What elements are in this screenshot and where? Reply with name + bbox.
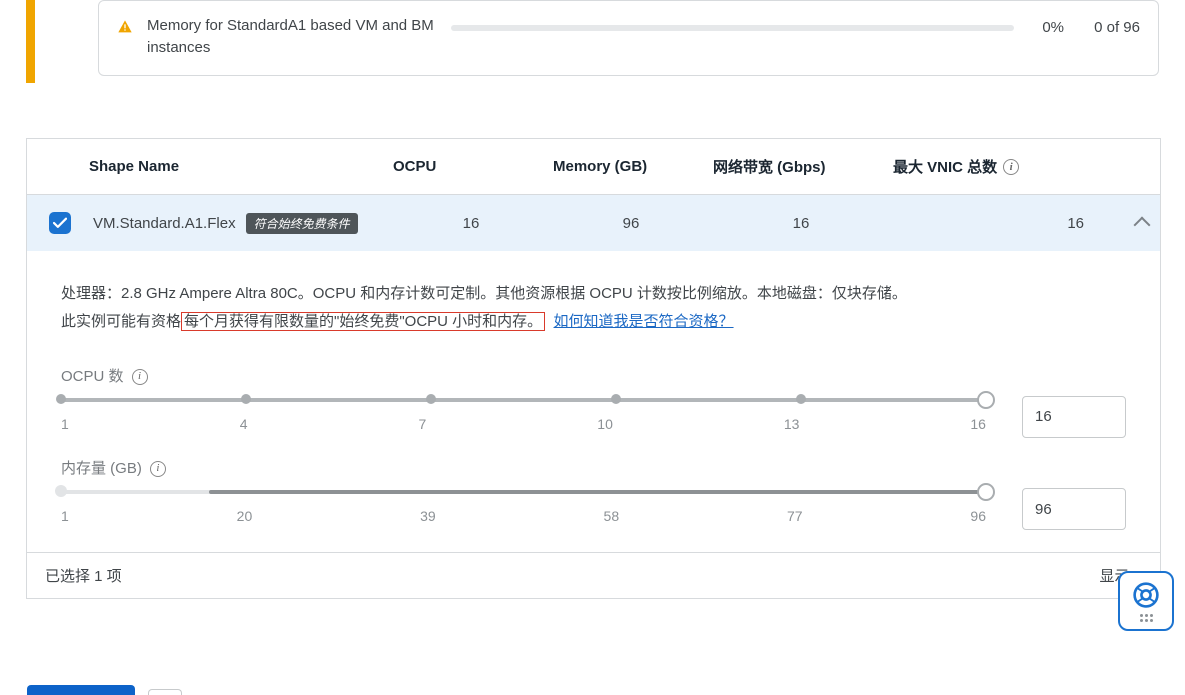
drag-dots-icon <box>1140 614 1153 622</box>
row-memory: 96 <box>549 215 709 232</box>
always-free-badge: 符合始终免费条件 <box>246 213 358 234</box>
ocpu-slider-section: OCPU 数 i 1 4 <box>61 364 1126 438</box>
selected-count: 已选择 1 项 <box>45 565 122 586</box>
limit-count: 0 of 96 <box>1078 19 1140 36</box>
memory-tick-labels: 1 20 39 58 77 96 <box>61 504 986 529</box>
limit-percent: 0% <box>1028 19 1064 36</box>
ocpu-input[interactable] <box>1022 396 1126 438</box>
shape-detail-body: 处理器：2.8 GHz Ampere Altra 80C。OCPU 和内存计数可… <box>27 251 1160 552</box>
info-icon[interactable]: i <box>1003 159 1019 175</box>
free-tier-note: 此实例可能有资格每个月获得有限数量的"始终免费"OCPU 小时和内存。 如何知道… <box>61 309 1126 335</box>
info-icon[interactable]: i <box>132 369 148 385</box>
row-checkbox[interactable] <box>49 212 71 234</box>
shape-table-panel: Shape Name OCPU Memory (GB) 网络带宽 (Gbps) … <box>26 138 1161 599</box>
shape-table-header: Shape Name OCPU Memory (GB) 网络带宽 (Gbps) … <box>27 139 1160 195</box>
shape-name: VM.Standard.A1.Flex <box>93 215 236 232</box>
memory-slider-thumb[interactable] <box>977 483 995 501</box>
eligibility-link[interactable]: 如何知道我是否符合资格？ <box>554 313 734 330</box>
chevron-up-icon <box>1134 217 1151 234</box>
memory-label: 内存量 (GB) <box>61 456 142 482</box>
secondary-button[interactable] <box>148 689 182 695</box>
collapse-toggle[interactable] <box>1120 215 1160 231</box>
processor-description: 处理器：2.8 GHz Ampere Altra 80C。OCPU 和内存计数可… <box>61 281 1126 307</box>
col-bandwidth[interactable]: 网络带宽 (Gbps) <box>709 156 889 177</box>
row-max-vnic: 16 <box>889 215 1120 232</box>
memory-slider[interactable]: 1 20 39 58 77 96 <box>61 490 986 529</box>
col-memory[interactable]: Memory (GB) <box>549 158 709 175</box>
ocpu-label: OCPU 数 <box>61 364 124 390</box>
row-ocpu: 16 <box>389 215 549 232</box>
highlighted-text: 每个月获得有限数量的"始终免费"OCPU 小时和内存。 <box>181 312 545 331</box>
ocpu-slider-thumb[interactable] <box>977 391 995 409</box>
life-ring-icon <box>1132 581 1160 609</box>
shape-row-selected[interactable]: VM.Standard.A1.Flex 符合始终免费条件 16 96 16 16 <box>27 195 1160 251</box>
ocpu-slider[interactable]: 1 4 7 10 13 16 <box>61 398 986 437</box>
limits-warning-panel: Memory for StandardA1 based VM and BM in… <box>26 0 1161 83</box>
help-fab[interactable] <box>1118 571 1174 631</box>
col-shape-name[interactable]: Shape Name <box>89 158 389 175</box>
col-ocpu[interactable]: OCPU <box>389 158 549 175</box>
warning-icon <box>117 19 133 35</box>
ocpu-tick-labels: 1 4 7 10 13 16 <box>61 412 986 437</box>
col-max-vnic[interactable]: 最大 VNIC 总数 i <box>889 156 1120 177</box>
primary-button[interactable] <box>27 685 135 695</box>
info-icon[interactable]: i <box>150 461 166 477</box>
limit-item-label: Memory for StandardA1 based VM and BM in… <box>147 15 437 59</box>
memory-slider-section: 内存量 (GB) i 1 20 39 58 77 <box>61 456 1126 530</box>
limit-item-memory: Memory for StandardA1 based VM and BM in… <box>98 0 1159 76</box>
table-footer: 已选择 1 项 显示 1 <box>27 552 1160 598</box>
row-bandwidth: 16 <box>709 215 889 232</box>
memory-input[interactable] <box>1022 488 1126 530</box>
limit-progress-bar <box>451 25 1014 31</box>
